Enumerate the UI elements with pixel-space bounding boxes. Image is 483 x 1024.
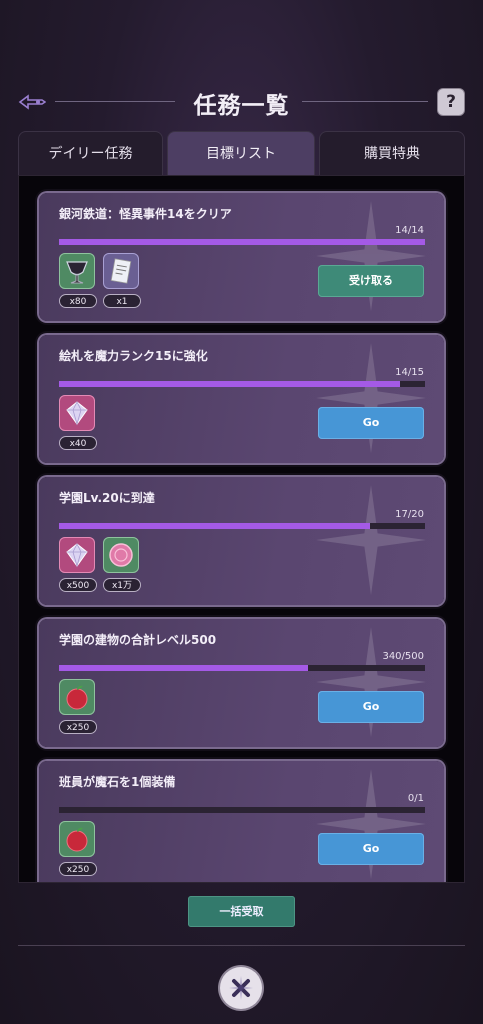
task-progress-fill bbox=[59, 523, 371, 529]
tab-daily-tasks[interactable]: デイリー任務 bbox=[18, 131, 163, 176]
document-ticket-icon[interactable] bbox=[103, 253, 139, 289]
task-progress-bar bbox=[59, 807, 425, 813]
close-icon bbox=[229, 976, 253, 1000]
header: 任務一覧 bbox=[0, 82, 483, 122]
footer-divider bbox=[18, 945, 465, 946]
task-list-panel[interactable]: 銀河鉄道：怪異事件14をクリア 14/14 x80 x1 受け取る 絵札を魔力ラ… bbox=[18, 175, 465, 883]
pink-coin-icon[interactable] bbox=[103, 537, 139, 573]
reward-quantity: x500 bbox=[59, 578, 97, 592]
reward-quantity: x250 bbox=[59, 862, 97, 876]
claim-all-button[interactable]: 一括受取 bbox=[188, 896, 295, 927]
task-card: 班員が魔石を1個装備 0/1 x250 Go bbox=[39, 761, 444, 882]
task-title: 学園Lv.20に到達 bbox=[59, 491, 155, 505]
dark-goblet-icon[interactable] bbox=[59, 253, 95, 289]
task-progress-text: 17/20 bbox=[395, 509, 424, 520]
pink-gem-icon[interactable] bbox=[59, 395, 95, 431]
task-progress-bar bbox=[59, 523, 425, 529]
tab-bar: デイリー任務 目標リスト 購買特典 bbox=[18, 131, 465, 176]
reward-quantity: x1万 bbox=[103, 578, 141, 592]
page-title: 任務一覧 bbox=[193, 93, 290, 119]
pink-gem-icon[interactable] bbox=[59, 537, 95, 573]
task-progress-text: 0/1 bbox=[407, 793, 424, 804]
task-card: 絵札を魔力ランク15に強化 14/15 x40 Go bbox=[39, 335, 444, 463]
star-decoration-icon bbox=[316, 485, 426, 595]
task-card: 学園Lv.20に到達 17/20 x500 x1万 bbox=[39, 477, 444, 605]
task-progress-fill bbox=[59, 665, 308, 671]
red-apple-icon[interactable] bbox=[59, 821, 95, 857]
close-button[interactable] bbox=[220, 967, 262, 1009]
task-title: 銀河鉄道：怪異事件14をクリア bbox=[59, 207, 232, 221]
tab-goal-list[interactable]: 目標リスト bbox=[167, 131, 315, 176]
task-progress-text: 14/14 bbox=[395, 225, 424, 236]
header-line-right bbox=[302, 101, 428, 102]
task-card: 銀河鉄道：怪異事件14をクリア 14/14 x80 x1 受け取る bbox=[39, 193, 444, 321]
reward-quantity: x80 bbox=[59, 294, 97, 308]
task-progress-text: 14/15 bbox=[395, 367, 424, 378]
go-button[interactable]: Go bbox=[318, 407, 424, 439]
reward-quantity: x1 bbox=[103, 294, 141, 308]
tab-purchase-bonus[interactable]: 購買特典 bbox=[319, 131, 465, 176]
claim-button[interactable]: 受け取る bbox=[318, 265, 424, 297]
task-card: 学園の建物の合計レベル500 340/500 x250 Go bbox=[39, 619, 444, 747]
red-apple-icon[interactable] bbox=[59, 679, 95, 715]
task-progress-fill bbox=[59, 239, 425, 245]
go-button[interactable]: Go bbox=[318, 691, 424, 723]
task-progress-fill bbox=[59, 381, 401, 387]
task-progress-bar bbox=[59, 239, 425, 245]
task-progress-text: 340/500 bbox=[382, 651, 424, 662]
task-title: 絵札を魔力ランク15に強化 bbox=[59, 349, 208, 363]
task-title: 学園の建物の合計レベル500 bbox=[59, 633, 217, 647]
help-button[interactable]: ? bbox=[438, 89, 464, 115]
go-button[interactable]: Go bbox=[318, 833, 424, 865]
task-title: 班員が魔石を1個装備 bbox=[59, 775, 176, 789]
task-progress-bar bbox=[59, 665, 425, 671]
task-progress-bar bbox=[59, 381, 425, 387]
reward-quantity: x250 bbox=[59, 720, 97, 734]
reward-quantity: x40 bbox=[59, 436, 97, 450]
